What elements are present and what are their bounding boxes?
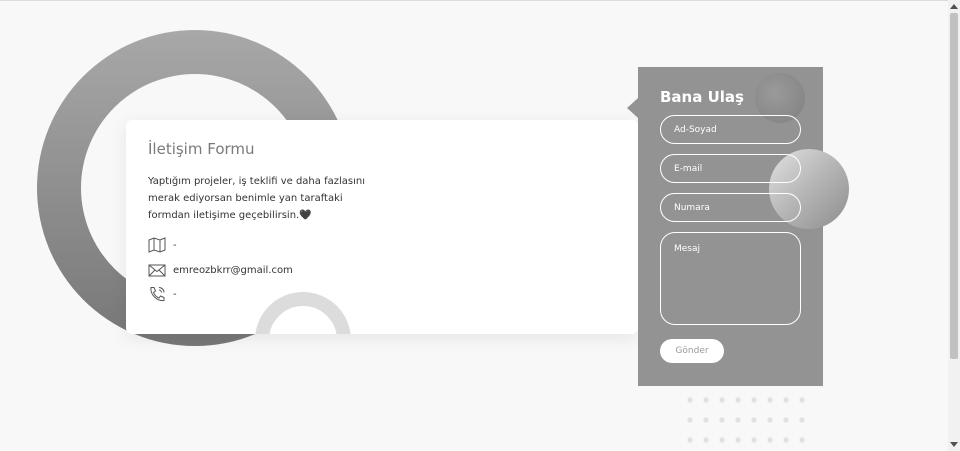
decorative-small-ring (255, 292, 351, 334)
scrollbar[interactable] (948, 0, 960, 451)
panel-pointer (627, 98, 638, 118)
email-text[interactable]: emreozbkrr@gmail.com (173, 265, 293, 276)
mail-icon (148, 264, 166, 277)
name-placeholder: Ad-Soyad (674, 124, 717, 135)
phone-input[interactable]: Numara (660, 193, 801, 222)
map-icon (148, 237, 166, 253)
decorative-dots (683, 393, 809, 451)
phone-text: - (173, 288, 177, 300)
top-border (0, 0, 960, 1)
scroll-up-arrow-icon[interactable] (950, 4, 958, 9)
email-row: emreozbkrr@gmail.com (148, 262, 293, 278)
contact-card-title: İletişim Formu (148, 140, 255, 158)
phone-row: - (148, 286, 177, 302)
message-placeholder: Mesaj (674, 244, 701, 254)
address-text: - (173, 239, 177, 251)
message-textarea[interactable]: Mesaj (660, 232, 801, 325)
phone-placeholder: Numara (674, 202, 710, 213)
email-input[interactable]: E-mail (660, 154, 801, 183)
scroll-down-arrow-icon[interactable] (950, 442, 958, 447)
contact-card: İletişim Formu Yaptığım projeler, iş tek… (126, 120, 638, 334)
phone-icon (150, 287, 165, 302)
submit-button[interactable]: Gönder (660, 339, 724, 363)
contact-card-description: Yaptığım projeler, iş teklifi ve daha fa… (148, 176, 365, 221)
form-title: Bana Ulaş (660, 88, 744, 106)
name-input[interactable]: Ad-Soyad (660, 115, 801, 144)
email-placeholder: E-mail (674, 163, 703, 174)
address-row: - (148, 237, 177, 253)
submit-button-label: Gönder (675, 346, 709, 356)
scrollbar-thumb[interactable] (950, 13, 958, 359)
